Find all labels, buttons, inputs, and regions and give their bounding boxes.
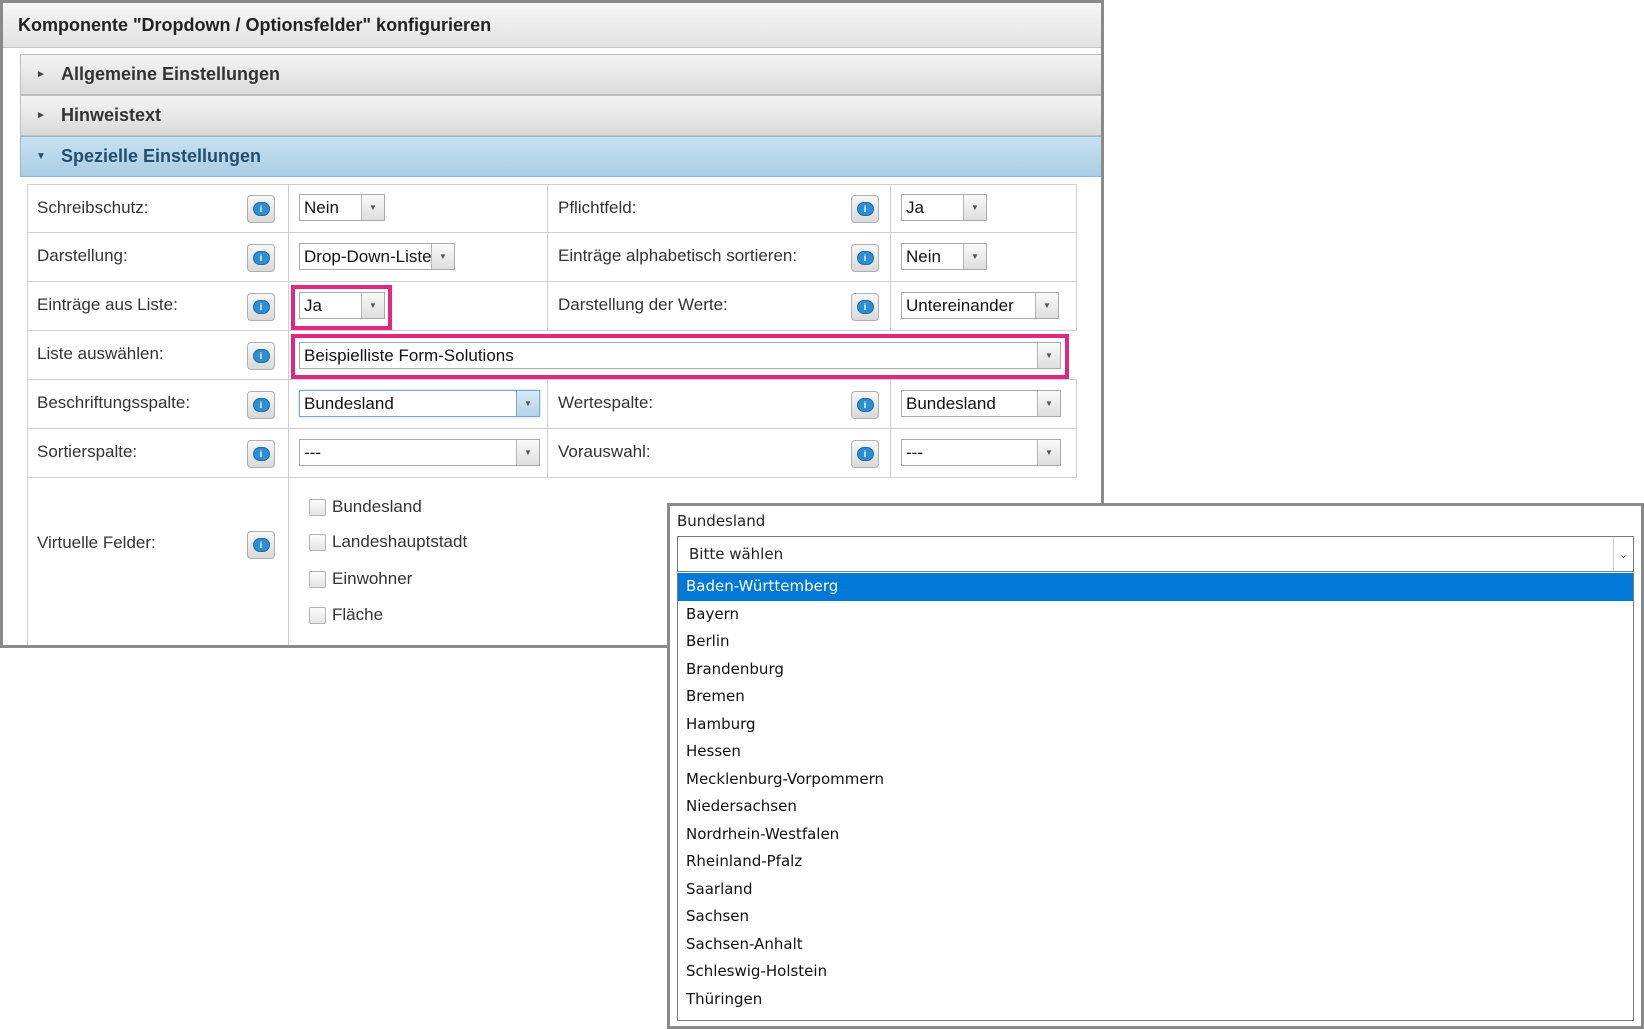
caret-right-icon: ► [36, 69, 46, 80]
label-pflichtfeld: Pflichtfeld: [558, 198, 637, 217]
chevron-down-icon: ▼ [431, 244, 454, 269]
label-vorauswahl: Vorauswahl: [558, 442, 651, 461]
checkbox-flaeche[interactable]: Fläche [309, 605, 383, 625]
info-icon[interactable]: i [247, 440, 275, 468]
select-eintraege-aus-liste[interactable]: Ja ▼ [299, 292, 385, 319]
select-pflichtfeld[interactable]: Ja ▼ [901, 194, 987, 221]
option-item[interactable]: Hessen [678, 738, 1633, 766]
chevron-down-icon: ⌄ [1613, 537, 1633, 571]
checkbox[interactable] [309, 570, 326, 588]
section-hinweistext[interactable]: ► Hinweistext [20, 95, 1101, 136]
checkbox-bundesland[interactable]: Bundesland [309, 497, 422, 517]
option-item[interactable]: Schleswig-Holstein [678, 958, 1633, 986]
select-sortierspalte[interactable]: --- ▼ [299, 439, 540, 466]
info-icon[interactable]: i [247, 531, 275, 559]
select-darstellung-der-werte[interactable]: Untereinander ▼ [901, 292, 1059, 319]
select-alphabetisch-sortieren[interactable]: Nein ▼ [901, 243, 987, 270]
dialog-title: Komponente "Dropdown / Optionsfelder" ko… [3, 3, 1101, 48]
label-sortierspalte: Sortierspalte: [37, 442, 138, 461]
select-darstellung[interactable]: Drop-Down-Liste ▼ [299, 243, 455, 270]
chevron-down-icon: ▼ [1037, 343, 1060, 368]
chevron-down-icon: ▼ [1035, 293, 1058, 318]
info-icon[interactable]: i [247, 293, 275, 321]
section-label: Hinweistext [61, 105, 162, 125]
option-item[interactable]: Nordrhein-Westfalen [678, 821, 1633, 849]
option-item[interactable]: Brandenburg [678, 656, 1633, 684]
option-item[interactable]: Niedersachsen [678, 793, 1633, 821]
checkbox[interactable] [309, 533, 326, 551]
option-item[interactable]: Sachsen-Anhalt [678, 931, 1633, 959]
select-wertespalte[interactable]: Bundesland ▼ [901, 390, 1061, 417]
chevron-down-icon: ▼ [963, 195, 986, 220]
checkbox-landeshauptstadt[interactable]: Landeshauptstadt [309, 532, 467, 552]
info-icon[interactable]: i [851, 293, 879, 321]
chevron-down-icon: ▼ [516, 391, 539, 416]
info-icon[interactable]: i [247, 391, 275, 419]
option-item[interactable]: Bayern [678, 601, 1633, 629]
checkbox[interactable] [309, 606, 326, 624]
option-item[interactable]: Sachsen [678, 903, 1633, 931]
option-item[interactable]: Mecklenburg-Vorpommern [678, 766, 1633, 794]
info-icon[interactable]: i [851, 440, 879, 468]
select-schreibschutz[interactable]: Nein ▼ [299, 194, 385, 221]
chevron-down-icon: ▼ [1037, 391, 1060, 416]
checkbox[interactable] [309, 498, 326, 516]
option-item[interactable]: Bremen [678, 683, 1633, 711]
preview-label: Bundesland [677, 512, 766, 530]
section-label: Spezielle Einstellungen [61, 146, 262, 166]
info-icon[interactable]: i [247, 195, 275, 223]
dropdown-preview-panel: Bundesland Bitte wählen ⌄ Baden-Württemb… [667, 503, 1644, 1029]
option-item[interactable]: Thüringen [678, 986, 1633, 1014]
label-schreibschutz: Schreibschutz: [37, 198, 149, 217]
option-item[interactable]: Baden-Württemberg [678, 573, 1633, 601]
option-item[interactable]: Rheinland-Pfalz [678, 848, 1633, 876]
info-icon[interactable]: i [851, 244, 879, 272]
chevron-down-icon: ▼ [361, 293, 384, 318]
select-beschriftungsspalte[interactable]: Bundesland ▼ [299, 390, 540, 417]
chevron-down-icon: ▼ [1037, 440, 1060, 465]
label-darstellung: Darstellung: [37, 246, 128, 265]
section-allgemeine-einstellungen[interactable]: ► Allgemeine Einstellungen [20, 54, 1101, 95]
label-virtuelle-felder: Virtuelle Felder: [37, 533, 156, 552]
caret-right-icon: ► [36, 110, 46, 121]
info-icon[interactable]: i [247, 342, 275, 370]
chevron-down-icon: ▼ [963, 244, 986, 269]
select-liste-auswaehlen[interactable]: Beispielliste Form-Solutions ▼ [299, 342, 1061, 369]
info-icon[interactable]: i [851, 391, 879, 419]
section-label: Allgemeine Einstellungen [61, 64, 281, 84]
section-spezielle-einstellungen[interactable]: ▼ Spezielle Einstellungen [20, 136, 1101, 177]
option-item[interactable]: Hamburg [678, 711, 1633, 739]
caret-down-icon: ▼ [36, 151, 46, 162]
label-darstellung-der-werte: Darstellung der Werte: [558, 295, 728, 314]
label-liste-auswaehlen: Liste auswählen: [37, 344, 164, 363]
label-eintraege-aus-liste: Einträge aus Liste: [37, 295, 178, 314]
label-alphabetisch-sortieren: Einträge alphabetisch sortieren: [558, 246, 798, 265]
chevron-down-icon: ▼ [361, 195, 384, 220]
preview-options-list[interactable]: Baden-Württemberg Bayern Berlin Brandenburg… [677, 573, 1634, 1021]
option-item[interactable]: Berlin [678, 628, 1633, 656]
label-beschriftungsspalte: Beschriftungsspalte: [37, 393, 191, 412]
option-item[interactable]: Saarland [678, 876, 1633, 904]
label-wertespalte: Wertespalte: [558, 393, 654, 412]
info-icon[interactable]: i [247, 244, 275, 272]
info-icon[interactable]: i [851, 195, 879, 223]
preview-select[interactable]: Bitte wählen ⌄ [677, 536, 1634, 572]
checkbox-einwohner[interactable]: Einwohner [309, 569, 412, 589]
chevron-down-icon: ▼ [516, 440, 539, 465]
select-vorauswahl[interactable]: --- ▼ [901, 439, 1061, 466]
